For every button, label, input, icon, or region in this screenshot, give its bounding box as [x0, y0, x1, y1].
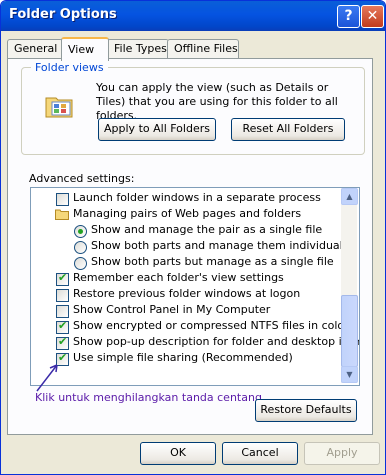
apply-button[interactable]: Apply [304, 442, 380, 465]
folder-options-window: Folder Options ? ✕ General View File Typ… [0, 0, 386, 475]
advanced-item-label: Show pop-up description for folder and d… [73, 335, 360, 348]
tab-general[interactable]: General [7, 39, 63, 58]
advanced-item-label: Show Control Panel in My Computer [73, 303, 271, 316]
checkbox-remember-view-settings[interactable]: ✔ [56, 271, 69, 286]
advanced-item-label: Use simple file sharing (Recommended) [73, 351, 293, 364]
checkbox-show-ntfs-color[interactable]: ✔ [56, 319, 69, 334]
folder-icon [55, 209, 69, 220]
window-title: Folder Options [9, 7, 117, 22]
ok-button[interactable]: OK [140, 442, 216, 465]
advanced-item-label: Restore previous folder windows at logon [73, 287, 301, 300]
advanced-item-label: Managing pairs of Web pages and folders [73, 207, 302, 220]
title-bar[interactable]: Folder Options ? ✕ [1, 1, 385, 31]
advanced-item-label: Show both parts but manage as a single f… [91, 255, 334, 268]
radio-manage-as-single-file[interactable] [74, 225, 87, 238]
advanced-item-label: Show both parts and manage them individu… [91, 239, 353, 252]
checkbox-show-control-panel[interactable] [56, 305, 69, 318]
radio-show-both-manage-single[interactable] [74, 257, 87, 270]
checkbox-show-popup-description[interactable]: ✔ [56, 335, 69, 350]
folder-views-title: Folder views [31, 61, 108, 74]
reset-all-folders-button[interactable]: Reset All Folders [231, 118, 345, 141]
advanced-item-label: Launch folder windows in a separate proc… [73, 191, 321, 204]
checkmark-icon: ✔ [58, 319, 68, 332]
apply-to-all-folders-button[interactable]: Apply to All Folders [98, 118, 216, 141]
advanced-item-label: Show encrypted or compressed NTFS files … [73, 319, 349, 332]
cancel-button[interactable]: Cancel [222, 442, 298, 465]
advanced-settings-list[interactable]: Launch folder windows in a separate proc… [30, 187, 360, 386]
advanced-item-label: Remember each folder's view settings [73, 271, 284, 284]
folder-views-description: You can apply the view (such as Details … [96, 81, 338, 122]
advanced-settings-label: Advanced settings: [29, 172, 135, 185]
close-button[interactable]: ✕ [361, 5, 384, 28]
checkmark-icon: ✔ [58, 271, 68, 284]
vertical-scrollbar[interactable]: ▲ ▼ [341, 188, 358, 383]
help-button[interactable]: ? [337, 5, 360, 28]
checkbox-restore-windows-at-logon[interactable] [56, 289, 69, 302]
tab-file-types[interactable]: File Types [107, 39, 169, 58]
checkbox-launch-separate-process[interactable] [56, 193, 69, 206]
radio-selected-dot [78, 229, 83, 234]
restore-defaults-button[interactable]: Restore Defaults [255, 399, 357, 422]
advanced-item-label: Show and manage the pair as a single fil… [91, 223, 323, 236]
checkmark-icon: ✔ [58, 335, 68, 348]
radio-manage-individually[interactable] [74, 241, 87, 254]
scroll-thumb[interactable] [341, 295, 358, 367]
scroll-down-arrow-icon[interactable]: ▼ [341, 366, 358, 383]
tab-offline-files[interactable]: Offline Files [167, 39, 239, 58]
scroll-up-arrow-icon[interactable]: ▲ [341, 188, 358, 205]
tab-view[interactable]: View [61, 37, 109, 61]
annotation-text: Klik untuk menghilangkan tanda centang [35, 391, 262, 404]
folder-views-icon [45, 97, 73, 118]
